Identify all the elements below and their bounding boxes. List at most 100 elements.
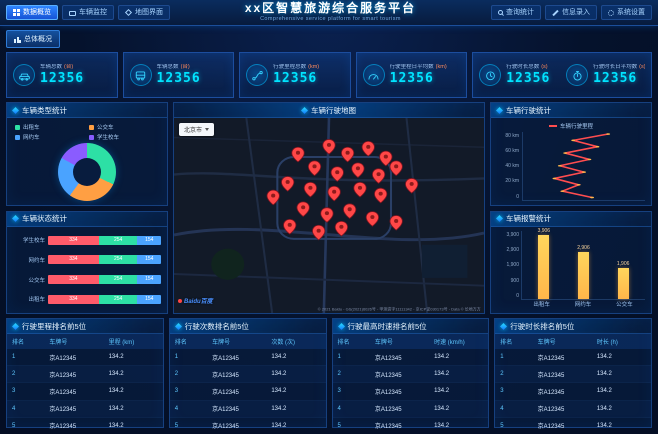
stat-card-vehicle-total-1: 车辆总数 (台) 12356 [6, 52, 118, 98]
table-row: 1 京A12345 134.2 [169, 349, 326, 367]
nav-left: 数据概览 车辆监控 地图界面 [6, 5, 170, 20]
legend-item: 公交车 [89, 123, 159, 131]
bar-value-label: 3,906 [537, 228, 551, 235]
nav-vehicle-monitoring[interactable]: 车辆监控 [62, 5, 114, 20]
diamond-icon [500, 322, 508, 330]
nav-map-view[interactable]: 地图界面 [118, 5, 170, 20]
panel-driving-stats: 车辆行驶统计 车辆行驶里程 80 km 60 km 40 km 20 km 0 [490, 102, 652, 206]
table-row: 1 京A12345 134.2 [332, 349, 489, 367]
diamond-icon [495, 214, 504, 223]
nav-label: 车辆监控 [79, 9, 107, 16]
bar-category-label: 出租车 [533, 302, 550, 308]
search-icon [498, 10, 503, 15]
ranking-table: 排名 车牌号 时速 (km/h) 1 京A12345 134.2 2 京A12345 134.2… [332, 334, 489, 434]
panel-title: 车辆类型统计 [7, 103, 167, 118]
baidu-logo: Baidu百度 [178, 296, 213, 305]
table-row: 2 京A12345 134.2 [7, 365, 163, 384]
table-header-cell: 车牌号 [369, 334, 430, 349]
page-title: xx区智慧旅游综合服务平台 [244, 1, 417, 16]
nav-system-settings[interactable]: 系统设置 [601, 5, 652, 20]
stat-label: 车辆总数 [40, 63, 63, 70]
page-title-box: xx区智慧旅游综合服务平台 Comprehensive service plat… [174, 1, 487, 23]
nav-right: 查询统计 信息录入 系统设置 [491, 5, 652, 20]
right-column: 车辆行驶统计 车辆行驶里程 80 km60 km40 km20 km0 [490, 102, 652, 314]
status-row: 学生校车 334 254 154 [13, 231, 161, 251]
ranking-tables-row: 行驶里程排名前5位 排名 车牌号 里程 (km) 1 京A12345 134.2 2 京A12… [0, 314, 658, 434]
nav-label: 数据概览 [23, 9, 51, 16]
speedometer-icon [362, 64, 385, 86]
nav-query-stats[interactable]: 查询统计 [491, 5, 541, 20]
stat-label: 行驶时长日平均数 [593, 63, 638, 70]
panel-ranking-top-speed: 行驶最高时速排名前5位 排名 车牌号 时速 (km/h) 1 京A12345 134.2 2… [331, 318, 490, 434]
middle-section: 车辆类型统计 出租车 公交车 网约车 学生校车 车辆状态统计 学生校车 334 254 15… [0, 98, 658, 314]
table-row: 4 京A12345 134.2 [332, 400, 489, 418]
diamond-icon [300, 106, 309, 114]
bar-value-label: 2,906 [577, 244, 590, 251]
baidu-logo-text: Baidu百度 [184, 299, 213, 305]
bar-value-label: 1,906 [616, 260, 630, 267]
map-image[interactable] [174, 118, 484, 313]
vehicle-type-donut [58, 143, 116, 202]
panel-title: 车辆状态统计 [7, 211, 167, 227]
ranking-table: 排名 车牌号 里程 (km) 1 京A12345 134.2 2 京A12345 134.2 3 京… [7, 334, 163, 434]
ranking-table: 排名 车牌号 时长 (h) 1 京A12345 134.2 2 京A12345 134.2 3 京A… [495, 334, 651, 434]
tab-overview[interactable]: 总体概况 [6, 30, 60, 48]
panel-title-text: 行驶里程排名前5位 [22, 321, 87, 331]
tab-label: 总体概况 [24, 36, 52, 43]
city-name: 北京市 [184, 128, 203, 134]
table-row: 3 京A12345 134.2 [332, 382, 489, 401]
stat-card-total-mileage: 行驶里程总数 (km) 12356 [239, 52, 351, 98]
diamond-icon [495, 106, 504, 114]
nav-data-overview[interactable]: 数据概览 [6, 5, 58, 20]
panel-title: 车辆报警统计 [491, 211, 651, 227]
diamond-icon [11, 106, 20, 114]
table-row: 5 京A12345 134.2 [332, 417, 489, 434]
alarm-bar-column: 1,906 [612, 231, 634, 299]
alarm-bar [577, 251, 589, 299]
stat-unit: (s) [639, 63, 646, 70]
table-row: 5 京A12345 134.2 [169, 417, 326, 434]
stat-value: 12356 [40, 70, 85, 86]
bus-icon [129, 64, 152, 86]
nav-label: 信息录入 [562, 9, 590, 16]
panel-ranking-duration: 行驶时长排名前5位 排名 车牌号 时长 (h) 1 京A12345 134.2 2 京A123… [494, 318, 652, 434]
stat-cards-row: 车辆总数 (台) 12356 车辆总数 (台) 12356 行驶里程总数 (km) 1… [0, 48, 658, 98]
legend-label: 车辆行驶里程 [559, 124, 593, 130]
stat-unit: (s) [541, 63, 548, 70]
bar-chart-icon [14, 35, 21, 43]
panel-vehicle-status-stats: 车辆状态统计 学生校车 334 254 154 网约车 334 254 154 公交车 334 25… [6, 210, 168, 314]
panel-title-text: 行驶最高时速排名前5位 [347, 321, 427, 331]
stat-unit: (台) [180, 63, 190, 70]
nav-label: 系统设置 [617, 9, 645, 16]
timer-icon [566, 64, 589, 86]
status-row: 公交车 334 254 154 [13, 270, 161, 290]
stat-value: 12356 [593, 70, 638, 86]
table-header-cell: 时长 (h) [591, 334, 651, 349]
map-attribution: © 2021 Baidu - GS(2021)6026号 - 甲测资字11111… [317, 307, 481, 312]
table-header-cell: 时速 (km/h) [429, 334, 489, 349]
diamond-icon [11, 322, 20, 330]
table-row: 1 京A12345 134.2 [7, 349, 163, 367]
map-canvas[interactable]: 北京市 Baidu百度 © 2021 Baidu - GS(2021)6026号… [174, 118, 484, 313]
stat-duration-average: 行驶时长日平均数 (s) 12356 [566, 64, 645, 86]
car-icon [13, 64, 35, 86]
stat-unit: (km) [435, 63, 447, 70]
panel-driving-map: 车辆行驶地图 北京市 Baidu百度 © 2021 Baidu - GS(202… [173, 102, 485, 314]
table-header-cell: 排名 [7, 334, 45, 349]
table-header-cell: 次数 (次) [266, 334, 326, 349]
city-selector[interactable]: 北京市 [179, 123, 215, 136]
alarm-bar [617, 267, 629, 299]
line-legend: 车辆行驶里程 [497, 122, 645, 132]
nav-label: 地图界面 [135, 9, 163, 16]
alarm-bars: 3,906 2,906 1,906 [521, 228, 645, 300]
nav-data-entry[interactable]: 信息录入 [545, 5, 597, 20]
panel-title: 行驶次数排名前5位 [169, 319, 326, 334]
gear-icon [608, 9, 614, 16]
panel-ranking-mileage: 行驶里程排名前5位 排名 车牌号 里程 (km) 1 京A12345 134.2 2 京A12… [6, 318, 164, 434]
table-header-cell: 车牌号 [532, 334, 592, 349]
stat-duration-total: 行驶时长总数 (s) 12356 [479, 64, 558, 86]
baidu-dot-icon [178, 298, 182, 303]
bar-category-label: 公交车 [616, 302, 633, 308]
panel-title-text: 车辆行驶统计 [506, 105, 551, 115]
panel-title: 行驶最高时速排名前5位 [332, 319, 489, 334]
